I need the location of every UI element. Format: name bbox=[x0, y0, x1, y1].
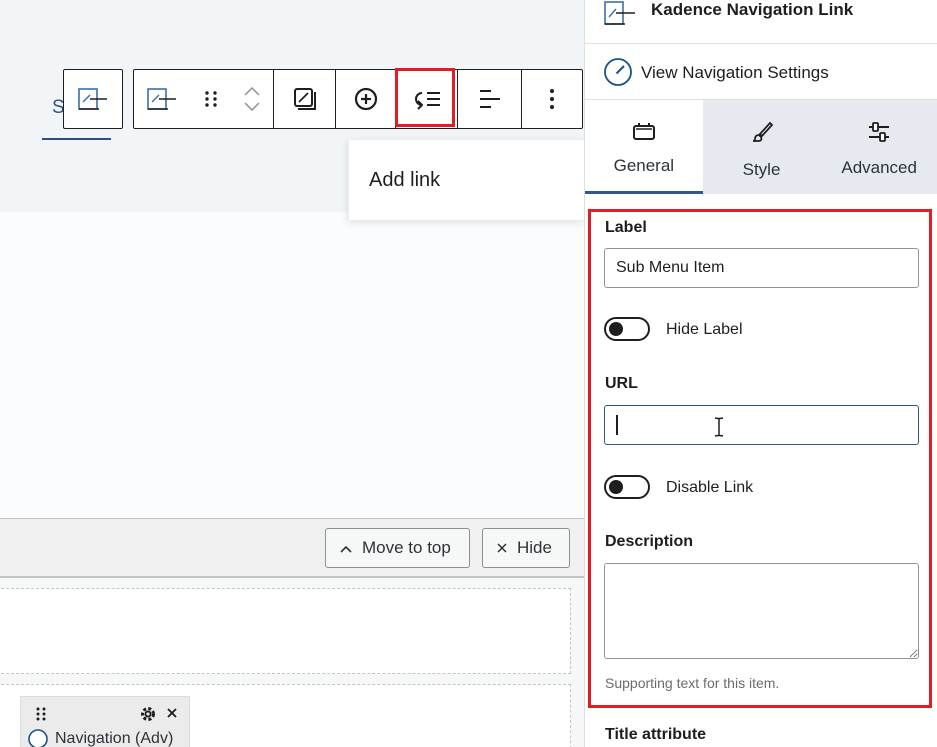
move-to-top-button[interactable]: Move to top bbox=[325, 528, 470, 568]
block-settings-sidebar: Kadence Navigation Link View Navigation … bbox=[584, 0, 937, 747]
move-to-top-label: Move to top bbox=[362, 538, 451, 557]
replace-button[interactable] bbox=[274, 70, 336, 128]
tab-general[interactable]: General bbox=[585, 100, 703, 194]
url-input[interactable] bbox=[604, 405, 919, 445]
add-submenu-button[interactable] bbox=[396, 70, 458, 128]
block-title: Kadence Navigation Link bbox=[651, 0, 854, 19]
add-link-button[interactable] bbox=[336, 70, 396, 128]
description-help-text: Supporting text for this item. bbox=[605, 675, 780, 691]
hide-label-toggle[interactable] bbox=[604, 317, 650, 341]
more-options-icon bbox=[549, 88, 555, 110]
close-icon[interactable] bbox=[166, 706, 178, 724]
general-icon bbox=[632, 121, 656, 156]
drag-handle-icon[interactable] bbox=[204, 89, 218, 109]
tab-style-label: Style bbox=[742, 160, 781, 179]
hide-label-toggle-label: Hide Label bbox=[666, 321, 743, 338]
view-navigation-settings-link[interactable]: View Navigation Settings bbox=[585, 44, 937, 100]
close-icon bbox=[497, 538, 507, 558]
settings-tabs: General Style Advanced bbox=[585, 100, 937, 194]
description-textarea[interactable] bbox=[604, 563, 919, 659]
hide-label: Hide bbox=[517, 538, 552, 557]
text-caret bbox=[616, 415, 618, 435]
drag-handle-icon[interactable] bbox=[35, 706, 47, 727]
meta-box-header: Move to top Hide bbox=[0, 518, 584, 578]
url-field-title: URL bbox=[605, 375, 638, 392]
tab-general-label: General bbox=[613, 156, 675, 175]
more-options-button[interactable] bbox=[522, 70, 582, 128]
block-transform-group bbox=[134, 70, 274, 128]
disable-link-toggle[interactable] bbox=[604, 475, 650, 499]
editor-canvas: S M bbox=[0, 0, 584, 747]
chevron-up-icon bbox=[340, 538, 352, 558]
add-link-tooltip: Add link bbox=[348, 140, 584, 220]
gear-icon[interactable] bbox=[139, 705, 157, 728]
select-parent-block-button[interactable] bbox=[63, 69, 123, 129]
description-field-title: Description bbox=[605, 533, 694, 550]
nav-active-underline bbox=[42, 138, 111, 140]
widget-title: Navigation (Adv) bbox=[55, 730, 174, 747]
title-attribute-field-title: Title attribute bbox=[605, 726, 707, 743]
navigation-widget-card[interactable]: Navigation (Adv) bbox=[20, 696, 190, 747]
align-button[interactable] bbox=[458, 70, 522, 128]
block-card: Kadence Navigation Link bbox=[585, 0, 937, 44]
view-navigation-settings-label: View Navigation Settings bbox=[641, 63, 829, 82]
compass-icon bbox=[603, 57, 633, 92]
navigation-link-icon[interactable] bbox=[146, 85, 178, 113]
add-link-tooltip-label: Add link bbox=[369, 169, 441, 191]
add-icon bbox=[353, 86, 379, 112]
tab-advanced[interactable]: Advanced bbox=[820, 100, 937, 194]
meta-drop-zone bbox=[0, 588, 571, 674]
tab-advanced-label: Advanced bbox=[841, 158, 917, 177]
general-settings-panel: Label Hide Label URL Disable Link Descri… bbox=[585, 194, 937, 747]
brush-icon bbox=[750, 121, 774, 160]
hide-button[interactable]: Hide bbox=[482, 528, 570, 568]
tab-style[interactable]: Style bbox=[703, 100, 821, 194]
replace-icon bbox=[292, 86, 318, 112]
sliders-icon bbox=[867, 121, 891, 158]
block-toolbar bbox=[133, 69, 583, 129]
move-down-icon[interactable] bbox=[243, 102, 261, 112]
compass-icon bbox=[27, 728, 49, 747]
label-field-title: Label bbox=[605, 219, 647, 236]
move-up-icon[interactable] bbox=[243, 86, 261, 96]
parent-navigation-icon bbox=[64, 70, 122, 128]
text-cursor-icon bbox=[713, 416, 725, 443]
label-input[interactable] bbox=[604, 248, 919, 288]
add-submenu-icon bbox=[412, 88, 442, 110]
navigation-link-icon bbox=[603, 0, 637, 33]
disable-link-toggle-label: Disable Link bbox=[666, 479, 754, 496]
align-icon bbox=[478, 88, 502, 110]
move-buttons bbox=[243, 86, 261, 112]
